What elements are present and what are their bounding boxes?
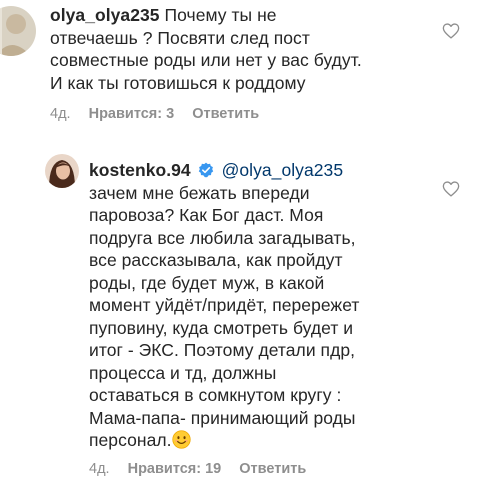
comment-line: паровоза? Как Бог даст. Моя	[89, 205, 324, 225]
comment-line: И как ты готовишься к роддому	[50, 72, 306, 93]
comment-text: olya_olya235 Почему ты не отвечаешь ? По…	[50, 4, 362, 94]
comment-line: зачем мне бежать впереди	[89, 182, 310, 203]
heart-outline-icon[interactable]	[442, 181, 460, 197]
comment-line: совместные роды или нет у вас будут.	[50, 50, 362, 70]
comment-username[interactable]: olya_olya235	[50, 5, 160, 25]
comment-line: роды, где будет муж, в какой	[89, 272, 325, 293]
comment-meta: 4д. Нравится: 3 Ответить	[50, 106, 259, 122]
verified-badge-icon	[198, 162, 213, 178]
comment-line: персонал.	[89, 430, 172, 450]
comment-line: пуповину, куда смотреть будет и	[89, 317, 354, 338]
comment-time: 4д.	[50, 106, 71, 122]
comment-line: момент уйдёт/придёт, перережет	[89, 295, 360, 315]
comment-username[interactable]: kostenko.94	[89, 160, 191, 180]
comment-line: подруга все любила загадывать,	[89, 227, 356, 248]
smiling-face-emoji-icon	[171, 430, 191, 449]
avatar[interactable]	[0, 6, 36, 56]
comment-text: kostenko.94 @olya_olya235 зачем мне бежа…	[89, 159, 359, 452]
heart-outline-icon[interactable]	[442, 23, 460, 39]
comment-kostenko: kostenko.94 @olya_olya235 зачем мне бежа…	[0, 150, 480, 490]
comment-line: процесса и тд, должны	[89, 362, 277, 383]
reply-button[interactable]: Ответить	[239, 461, 306, 477]
comment-line: Мама-папа- принимающий роды	[89, 407, 356, 428]
comment-line: Почему ты не	[164, 5, 277, 25]
reply-button[interactable]: Ответить	[192, 106, 259, 122]
comment-line: оставаться в сомкнутом кругу :	[89, 385, 342, 405]
likes-count-button[interactable]: Нравится: 3	[89, 106, 175, 122]
comment-time: 4д.	[89, 461, 110, 477]
comment-line: все рассказывала, как пройдут	[89, 250, 343, 270]
mention-link[interactable]: @olya_olya235	[222, 160, 344, 180]
comment-olya: olya_olya235 Почему ты не отвечаешь ? По…	[0, 0, 480, 140]
comment-meta: 4д. Нравится: 19 Ответить	[89, 461, 306, 477]
likes-count-button[interactable]: Нравится: 19	[128, 461, 222, 477]
comment-line: отвечаешь ? Посвяти след пост	[50, 27, 310, 48]
avatar[interactable]	[45, 154, 79, 188]
comment-line: итог - ЭКС. Поэтому детали пдр,	[89, 340, 356, 360]
